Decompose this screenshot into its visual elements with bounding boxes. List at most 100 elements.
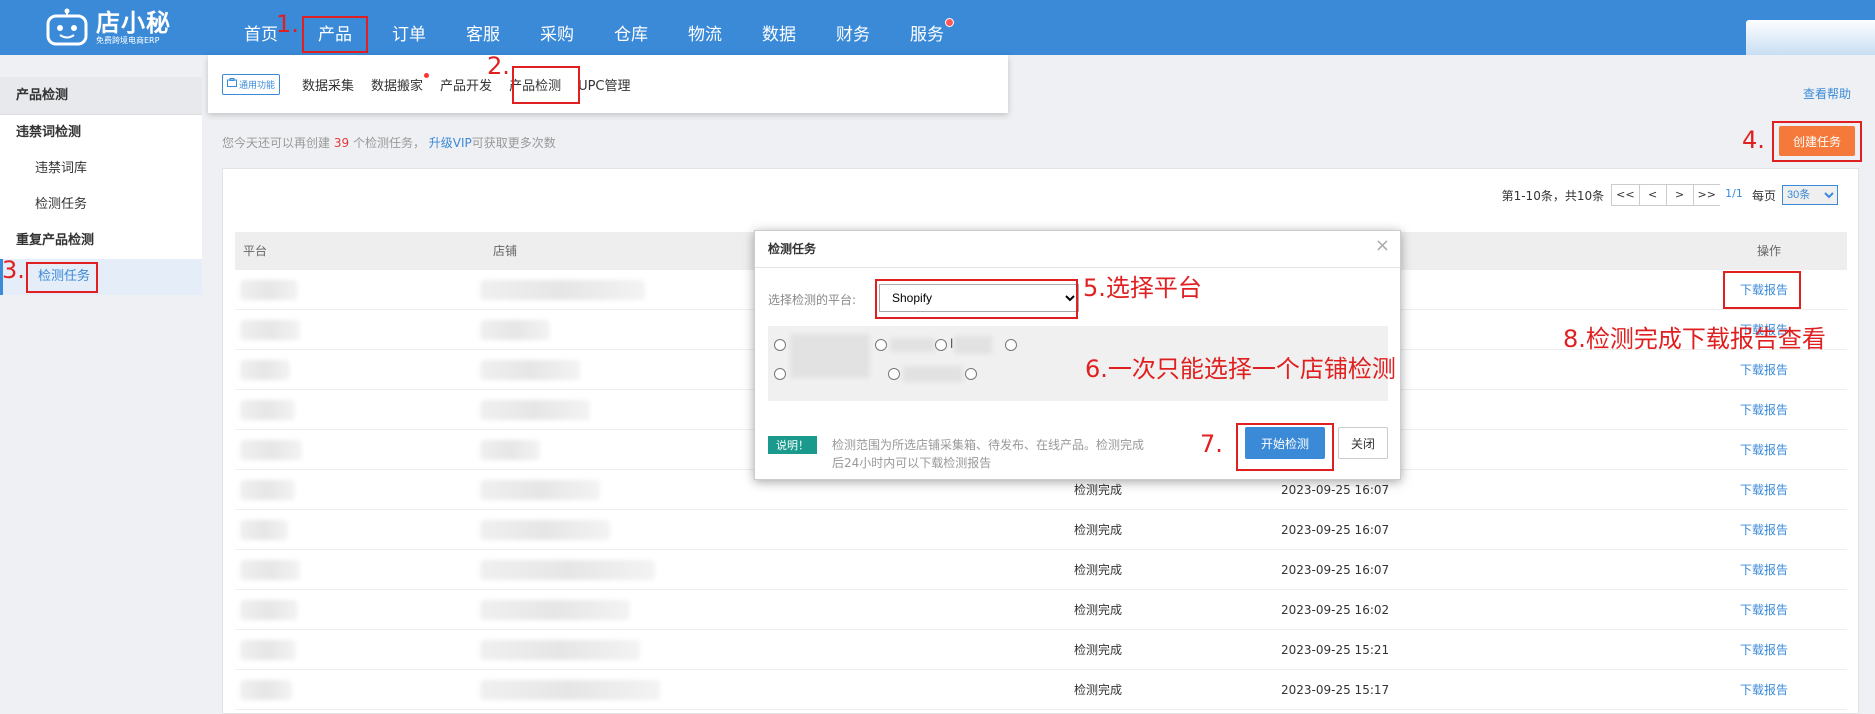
- shop-radio[interactable]: [875, 339, 887, 351]
- next-page-button[interactable]: >: [1665, 184, 1694, 206]
- logo-title: 店小秘: [96, 9, 171, 37]
- download-report-link[interactable]: 下载报告: [1740, 430, 1788, 470]
- download-report-link[interactable]: 下载报告: [1740, 510, 1788, 550]
- shop-cell-blurred: [480, 320, 550, 340]
- download-report-link[interactable]: 下载报告: [1740, 670, 1788, 710]
- shop-radio[interactable]: [774, 339, 786, 351]
- prev-page-button[interactable]: <: [1638, 184, 1667, 206]
- platform-cell-blurred: [240, 320, 300, 340]
- shop-cell-blurred: [480, 680, 660, 700]
- time-cell: 2023-09-25 16:02: [1281, 603, 1390, 617]
- shop-cell-blurred: [480, 480, 600, 500]
- close-icon[interactable]: ×: [1375, 235, 1390, 256]
- common-features-tag[interactable]: 通用功能: [222, 73, 281, 95]
- status-cell: 检测完成: [1074, 683, 1123, 697]
- user-area[interactable]: [1746, 20, 1875, 55]
- annotation-3: 3.: [2, 256, 25, 284]
- table-row: 检测完成 2023-09-25 15:17 下载报告: [235, 670, 1847, 710]
- download-report-link[interactable]: 下载报告: [1740, 350, 1788, 390]
- download-report-link[interactable]: 下载报告: [1740, 470, 1788, 510]
- table-row: 检测完成 2023-09-25 16:07 下载报告: [235, 510, 1847, 550]
- platform-cell-blurred: [240, 680, 292, 700]
- submenu-data-collection[interactable]: 数据采集: [302, 75, 354, 94]
- annotation-8: 8.检测完成下载报告查看: [1563, 325, 1826, 353]
- nav-warehouse[interactable]: 仓库: [594, 0, 668, 55]
- nav-orders[interactable]: 订单: [372, 0, 446, 55]
- sidebar-item-forbidden-check-task[interactable]: 检测任务: [0, 187, 202, 223]
- sidebar-group-forbidden-words[interactable]: 违禁词检测: [0, 115, 202, 151]
- modal-title: 检测任务: [755, 231, 1400, 268]
- download-report-link[interactable]: 下载报告: [1740, 630, 1788, 670]
- per-page-select[interactable]: 30条: [1782, 185, 1838, 205]
- highlight-box-platform: [875, 279, 1078, 319]
- download-report-link[interactable]: 下载报告: [1740, 590, 1788, 630]
- pagination: 第1-10条，共10条 << < > >> 1/1 每页 30条: [1502, 184, 1838, 206]
- time-cell: 2023-09-25 15:21: [1281, 643, 1390, 657]
- download-report-link[interactable]: 下载报告: [1740, 390, 1788, 430]
- highlight-box-create: [1772, 121, 1862, 162]
- submenu-data-migration-label: 数据搬家: [371, 78, 424, 94]
- shop-radio[interactable]: [965, 368, 977, 380]
- shop-cell-blurred: [480, 280, 645, 300]
- status-cell: 检测完成: [1074, 603, 1123, 617]
- nav-logistics[interactable]: 物流: [668, 0, 742, 55]
- sidebar-section-title: 产品检测: [0, 77, 202, 115]
- table-row: 检测完成 2023-09-25 16:02 下载报告: [235, 590, 1847, 630]
- notification-dot: [945, 18, 954, 27]
- shop-cell-blurred: [480, 400, 590, 420]
- status-cell: 检测完成: [1074, 563, 1123, 577]
- upgrade-vip-link[interactable]: 升级VIP: [429, 136, 472, 150]
- common-features-label: 通用功能: [239, 80, 276, 91]
- annotation-2: 2.: [487, 52, 510, 80]
- annotation-6: 6.一次只能选择一个店铺检测: [1085, 355, 1396, 383]
- shop-radio[interactable]: [935, 339, 947, 351]
- submenu-product-dev[interactable]: 产品开发: [440, 75, 492, 94]
- shop-radio[interactable]: [888, 368, 900, 380]
- platform-cell-blurred: [240, 440, 302, 460]
- last-page-button[interactable]: >>: [1692, 184, 1721, 206]
- help-link[interactable]: 查看帮助: [1803, 85, 1851, 102]
- shop-radio[interactable]: [774, 368, 786, 380]
- close-button[interactable]: 关闭: [1338, 427, 1388, 459]
- pagination-summary: 第1-10条，共10条: [1501, 188, 1605, 203]
- quota-notice: 您今天还可以再创建 39 个检测任务， 升级VIP可获取更多次数: [222, 134, 556, 151]
- notice-suffix: 个检测任务，: [352, 136, 425, 150]
- notice-prefix: 您今天还可以再创建: [222, 136, 331, 150]
- highlight-box-product: [302, 16, 368, 53]
- shop-name-blurred: [890, 338, 935, 352]
- submenu-data-migration[interactable]: 数据搬家: [371, 72, 430, 94]
- table-row: 检测完成 2023-09-25 16:07 下载报告: [235, 550, 1847, 590]
- nav-services[interactable]: 服务: [890, 0, 964, 55]
- shop-name-blurred: [790, 334, 870, 378]
- current-page: 1/1: [1719, 184, 1748, 206]
- sidebar-group-duplicate-products[interactable]: 重复产品检测: [0, 223, 202, 259]
- nav-customer-service[interactable]: 客服: [446, 0, 520, 55]
- platform-cell-blurred: [240, 560, 300, 580]
- highlight-box-check-task: [26, 262, 98, 293]
- col-platform: 平台: [243, 244, 268, 258]
- time-cell: 2023-09-25 16:07: [1281, 563, 1390, 577]
- robot-logo-icon: [44, 8, 90, 48]
- nav-purchase[interactable]: 采购: [520, 0, 594, 55]
- shop-cell-blurred: [480, 360, 580, 380]
- submenu-upc-management[interactable]: UPC管理: [578, 75, 630, 94]
- download-report-link[interactable]: 下载报告: [1740, 550, 1788, 590]
- shop-name-blurred: [903, 366, 963, 382]
- sidebar-item-forbidden-word-library[interactable]: 违禁词库: [0, 151, 202, 187]
- first-page-button[interactable]: <<: [1611, 184, 1640, 206]
- platform-cell-blurred: [240, 520, 288, 540]
- table-row: 检测完成 2023-09-25 15:21 下载报告: [235, 630, 1847, 670]
- shop-radio[interactable]: [1005, 339, 1017, 351]
- platform-cell-blurred: [240, 360, 290, 380]
- new-dot: [424, 72, 430, 78]
- notice-tail: 可获取更多次数: [471, 136, 556, 150]
- annotation-4: 4.: [1742, 126, 1765, 154]
- nav-finance[interactable]: 财务: [816, 0, 890, 55]
- nav-data[interactable]: 数据: [742, 0, 816, 55]
- platform-cell-blurred: [240, 640, 296, 660]
- time-cell: 2023-09-25 16:07: [1281, 523, 1390, 537]
- logo[interactable]: 店小秘 免费跨境电商ERP: [44, 4, 171, 52]
- logo-subtitle: 免费跨境电商ERP: [96, 36, 160, 45]
- shop-name-fragment: l: [950, 337, 954, 351]
- status-cell: 检测完成: [1074, 523, 1123, 537]
